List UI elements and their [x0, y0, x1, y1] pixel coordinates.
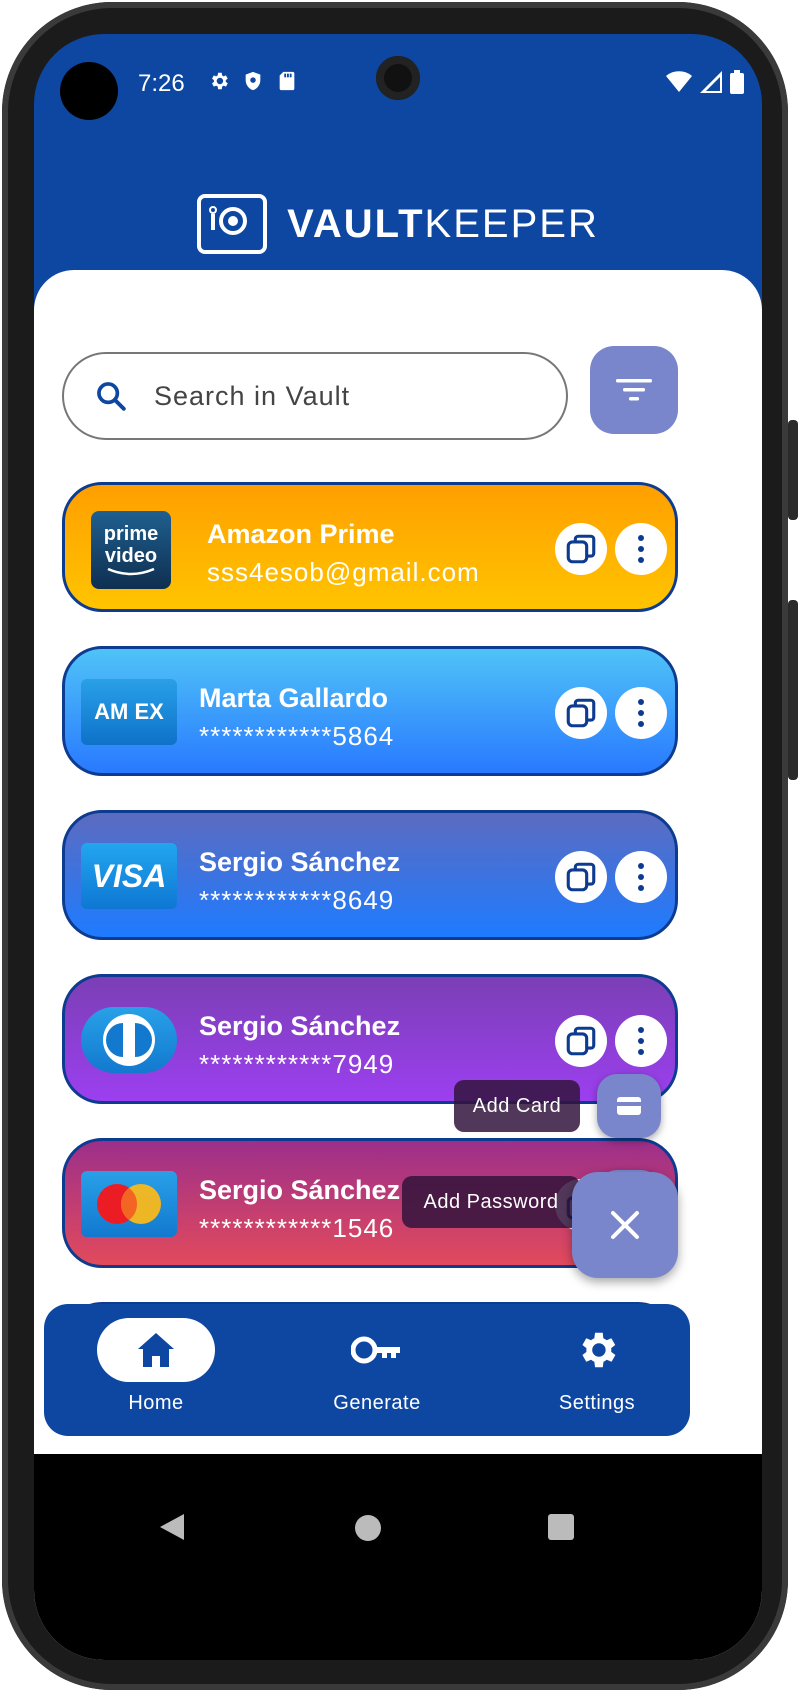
search-input[interactable]: Search in Vault [62, 352, 568, 440]
item-subtitle: ************5864 [199, 721, 395, 751]
camera-cutout [60, 62, 118, 120]
shield-status-icon [242, 70, 264, 92]
sd-card-status-icon [276, 70, 298, 92]
item-title: Sergio Sánchez [199, 847, 401, 877]
battery-icon [730, 70, 744, 98]
item-subtitle: ************8649 [199, 885, 395, 915]
copy-button[interactable] [555, 687, 607, 739]
vault-logo-icon [197, 194, 268, 254]
wifi-icon [666, 71, 692, 97]
nav-settings-label: Settings [558, 1392, 636, 1414]
credit-card-icon [617, 1097, 641, 1115]
filter-button[interactable] [590, 346, 678, 434]
amex-logo: AM EX [81, 679, 177, 745]
signal-icon [700, 71, 722, 97]
recents-icon[interactable] [548, 1514, 574, 1540]
more-vert-icon [638, 535, 644, 563]
status-time: 7:26 [138, 70, 185, 97]
vault-item-amex[interactable]: AM EX Marta Gallardo ************5864 [62, 646, 678, 776]
item-title: Sergio Sánchez [199, 1175, 401, 1205]
nav-settings[interactable]: Settings [517, 1318, 677, 1428]
volume-button [788, 420, 798, 520]
item-subtitle: sss4esob@gmail.com [207, 557, 480, 587]
status-bar: 7:26 [34, 34, 762, 134]
more-options-button[interactable] [615, 1015, 667, 1067]
nav-home[interactable]: Home [76, 1318, 236, 1428]
home-circle-icon[interactable] [354, 1514, 382, 1542]
item-title: Marta Gallardo [199, 683, 389, 713]
nav-generate-label: Generate [333, 1392, 421, 1414]
copy-button[interactable] [555, 523, 607, 575]
close-icon [611, 1211, 639, 1239]
search-placeholder: Search in Vault [154, 380, 351, 411]
add-card-label[interactable]: Add Card [454, 1080, 580, 1132]
copy-icon [566, 1026, 596, 1056]
close-fab-button[interactable] [572, 1172, 678, 1278]
gear-icon [582, 1332, 616, 1368]
diners-logo [81, 1007, 177, 1073]
vault-item-diners[interactable]: Sergio Sánchez ************7949 [62, 974, 678, 1104]
app-title: VAULTKEEPER [287, 201, 599, 246]
copy-icon [566, 534, 596, 564]
add-card-button[interactable] [597, 1074, 661, 1138]
filter-icon [616, 379, 652, 401]
nav-home-label: Home [128, 1392, 184, 1414]
item-subtitle: ************7949 [199, 1049, 395, 1079]
search-icon [97, 382, 126, 411]
nav-generate[interactable]: Generate [297, 1318, 457, 1428]
copy-button[interactable] [555, 851, 607, 903]
item-title: Sergio Sánchez [199, 1011, 401, 1041]
vault-item-visa[interactable]: VISA Sergio Sánchez ************8649 [62, 810, 678, 940]
mastercard-logo [81, 1171, 177, 1237]
screen: 7:26 VAULTKEEPER Search in Vault prime v… [34, 34, 762, 1660]
front-camera [376, 56, 420, 100]
item-title: Amazon Prime [207, 519, 395, 549]
prime-video-logo: prime video [91, 511, 171, 589]
more-options-button[interactable] [615, 851, 667, 903]
key-icon [351, 1336, 400, 1364]
copy-button[interactable] [555, 1015, 607, 1067]
item-subtitle: ************1546 [199, 1213, 395, 1243]
system-navigation-bar [34, 1454, 762, 1660]
bottom-navigation: Home Generate Settings [44, 1304, 690, 1436]
main-panel: Search in Vault prime video Amazon Prime… [34, 270, 762, 1660]
visa-logo: VISA [81, 843, 177, 909]
copy-icon [566, 862, 596, 892]
vault-item-amazon-prime[interactable]: prime video Amazon Prime sss4esob@gmail.… [62, 482, 678, 612]
home-icon [138, 1333, 174, 1367]
more-vert-icon [638, 863, 644, 891]
back-icon[interactable] [158, 1512, 186, 1542]
more-vert-icon [638, 1027, 644, 1055]
settings-status-icon [208, 70, 230, 92]
more-vert-icon [638, 699, 644, 727]
phone-frame: 7:26 VAULTKEEPER Search in Vault prime v… [0, 0, 798, 1694]
power-button [788, 600, 798, 780]
more-options-button[interactable] [615, 687, 667, 739]
add-password-label[interactable]: Add Password [402, 1176, 580, 1228]
copy-icon [566, 698, 596, 728]
more-options-button[interactable] [615, 523, 667, 575]
